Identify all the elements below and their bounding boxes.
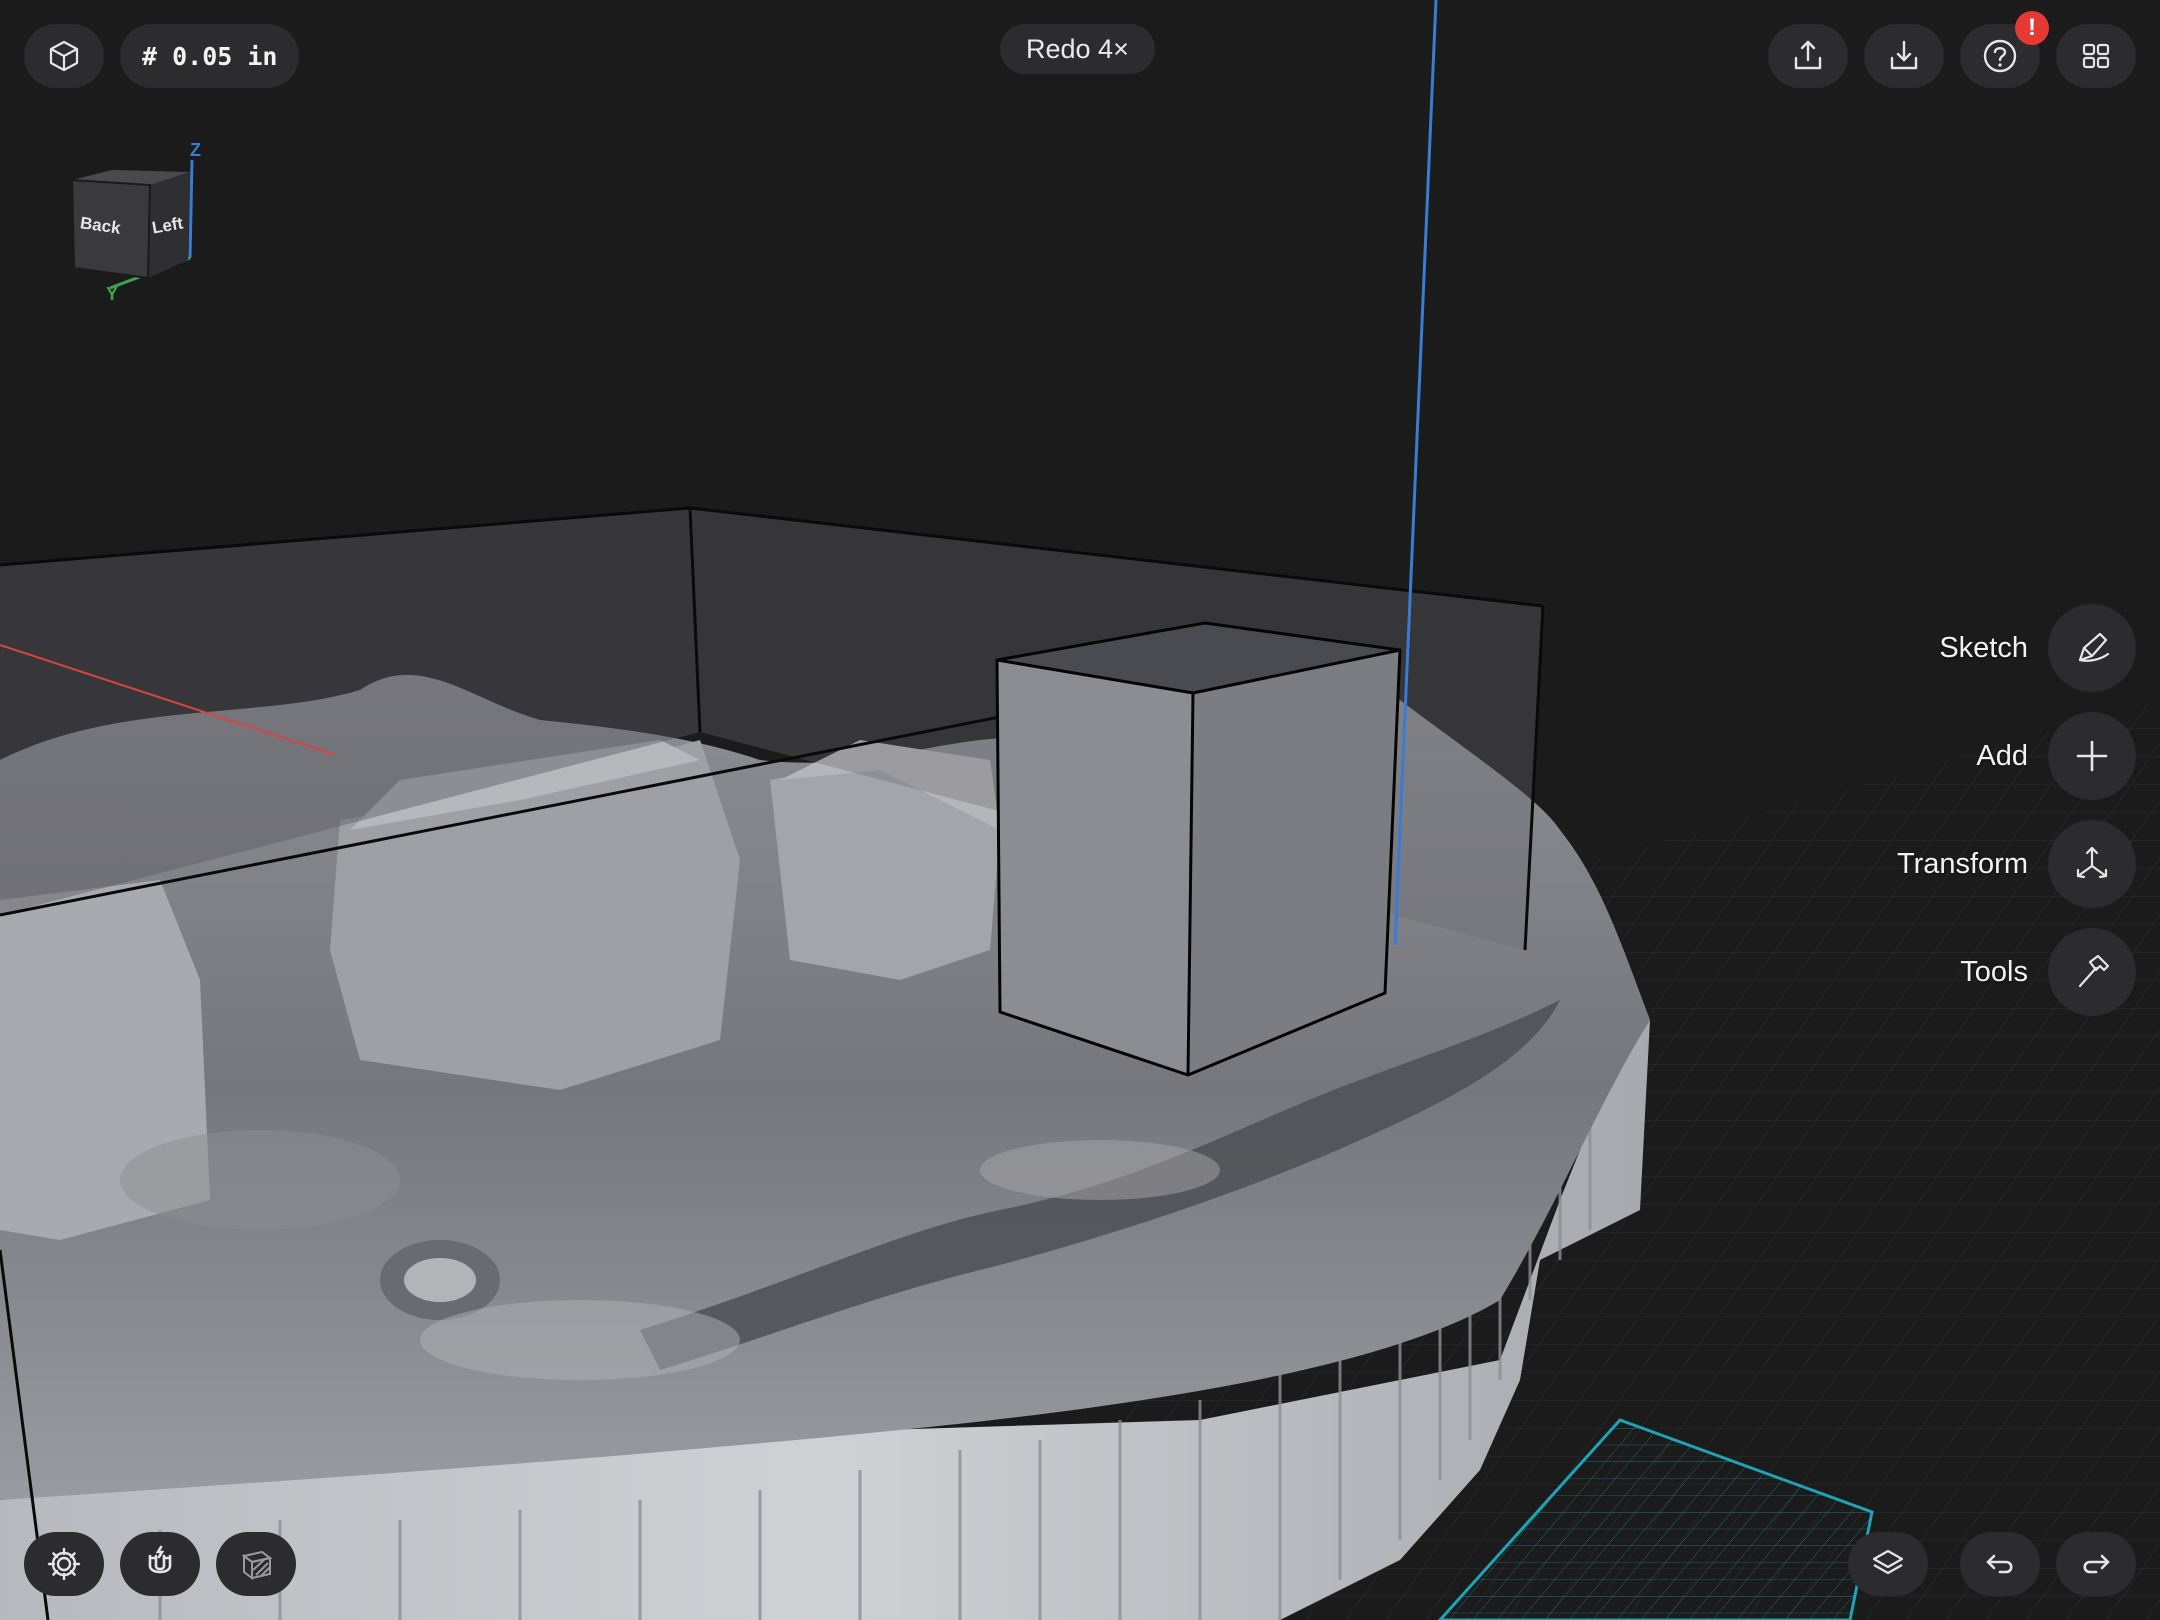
redo-arrow-icon [2083,1554,2110,1574]
transform-button[interactable] [2048,820,2136,908]
snap-magnet-button[interactable] [120,1532,200,1596]
grid-size-readout[interactable]: # 0.05 in [120,24,300,88]
side-menu-tools[interactable]: Tools [1960,928,2136,1016]
redo-button[interactable] [2056,1532,2136,1596]
sketch-button[interactable] [2048,604,2136,692]
side-menu-transform[interactable]: Transform [1897,820,2136,908]
undo-button[interactable] [1960,1532,2040,1596]
axis-y-label: Y [106,284,119,304]
apps-button[interactable] [2056,24,2136,88]
add-button[interactable] [2048,712,2136,800]
hammer-icon [2078,954,2110,988]
undo-arrow-icon [1986,1554,2013,1574]
grid-apps-icon [2082,43,2110,69]
side-menu-label: Tools [1960,955,2028,988]
plus-icon [2076,740,2108,772]
side-menu-label: Add [1976,739,2028,772]
redo-status-pill: Redo 4× [1000,24,1155,74]
import-button[interactable] [1864,24,1944,88]
tools-button[interactable] [2048,928,2136,1016]
side-menu-label: Transform [1896,847,2028,880]
transform-arrows-icon [2076,846,2108,879]
cube-icon [49,40,79,72]
axis-z-label: Z [190,140,201,160]
3d-viewport[interactable] [0,0,2160,1620]
view-mode-button[interactable] [24,24,104,88]
help-notification-badge: ! [2015,11,2049,45]
download-icon [1890,40,1918,70]
pen-icon [2078,632,2110,662]
side-menu-add[interactable]: Add [1976,712,2136,800]
hatched-box-icon [241,1550,273,1580]
section-view-button[interactable] [216,1532,296,1596]
share-upload-icon [1794,40,1822,70]
layers-icon [1872,1549,1904,1575]
selected-cube[interactable] [995,621,1402,1077]
gear-icon [47,1547,81,1581]
export-button[interactable] [1768,24,1848,88]
side-menu-label: Sketch [1939,631,2028,664]
layers-button[interactable] [1848,1532,1928,1596]
settings-button[interactable] [24,1532,104,1596]
magnet-icon [148,1545,172,1574]
side-menu-sketch[interactable]: Sketch [1939,604,2136,692]
help-question-icon [1983,39,2017,73]
view-cube[interactable]: Back Left Z Y [62,140,202,304]
